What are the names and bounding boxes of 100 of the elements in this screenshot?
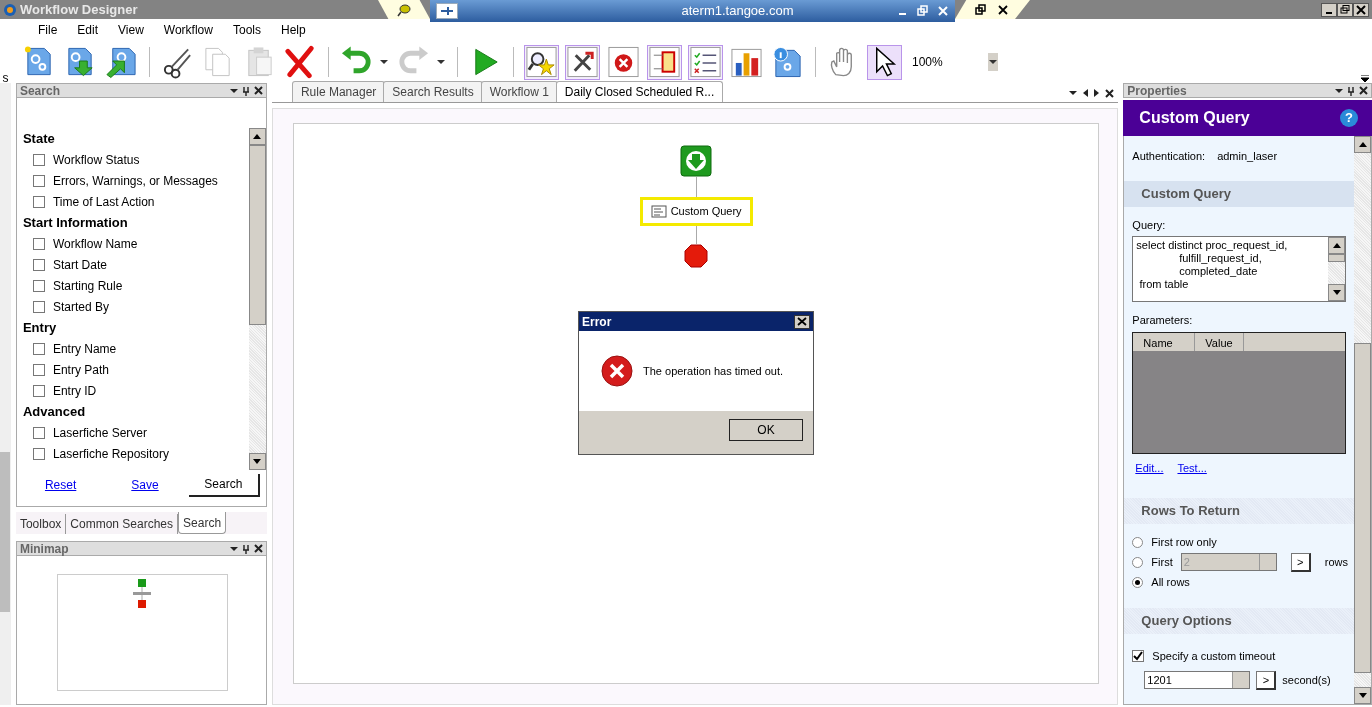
- scroll-thumb[interactable]: [1328, 254, 1345, 262]
- radio-button[interactable]: [1132, 536, 1144, 548]
- link[interactable]: Test...: [1177, 459, 1207, 476]
- arrow-button[interactable]: >: [1290, 552, 1311, 572]
- checkbox-label: Entry ID: [52, 382, 97, 400]
- checkbox[interactable]: [32, 447, 45, 460]
- close-icon[interactable]: [997, 3, 1009, 16]
- dialog-message: The operation has timed out.: [643, 363, 784, 379]
- connector-line: [695, 225, 697, 244]
- tab[interactable]: Workflow 1: [480, 81, 558, 102]
- scroll-down-icon[interactable]: [253, 459, 262, 464]
- help-icon[interactable]: ?: [1340, 109, 1358, 127]
- close-icon[interactable]: [253, 86, 263, 95]
- scroll-down-icon[interactable]: [1358, 693, 1367, 698]
- restore-icon[interactable]: [975, 3, 987, 16]
- zoom-combo[interactable]: 100%: [908, 52, 988, 72]
- checkbox-label: Workflow Status: [52, 151, 140, 169]
- close-icon[interactable]: [1355, 3, 1367, 16]
- column-header[interactable]: Name: [1133, 332, 1196, 351]
- menu-item[interactable]: Edit: [67, 21, 109, 39]
- check-icon: [1133, 651, 1144, 661]
- menu-item[interactable]: Workflow: [153, 21, 223, 39]
- split-view-icon[interactable]: [648, 45, 681, 79]
- dialog-title: Error: [582, 313, 612, 331]
- checkbox-label: Workflow Name: [52, 235, 138, 253]
- radio-button[interactable]: [1132, 556, 1144, 568]
- checklist-icon[interactable]: [689, 45, 722, 79]
- scroll-thumb[interactable]: [0, 452, 11, 612]
- link[interactable]: Reset: [44, 476, 77, 494]
- checkbox[interactable]: [32, 300, 45, 313]
- dropdown-icon[interactable]: [229, 87, 238, 94]
- link[interactable]: Edit...: [1135, 459, 1164, 476]
- checkbox[interactable]: [32, 279, 45, 292]
- caret-icon[interactable]: [437, 59, 445, 65]
- dropdown-icon[interactable]: [989, 59, 997, 65]
- side-tab[interactable]: s: [2, 69, 9, 87]
- tab[interactable]: Rule Manager: [291, 81, 386, 102]
- close-icon[interactable]: [1105, 88, 1115, 98]
- checkbox[interactable]: [32, 426, 45, 439]
- checkbox[interactable]: [32, 384, 45, 397]
- link[interactable]: Save: [131, 476, 159, 494]
- caret-icon[interactable]: [380, 59, 388, 65]
- scroll-up-icon[interactable]: [1332, 243, 1341, 248]
- unit-label: second(s): [1282, 672, 1331, 688]
- section-heading: Query Options: [1124, 608, 1354, 634]
- checkbox[interactable]: [32, 153, 45, 166]
- stop-sign-icon[interactable]: [684, 243, 709, 268]
- checkbox[interactable]: [32, 195, 45, 208]
- checkbox[interactable]: [1132, 650, 1145, 662]
- query-field[interactable]: select distinct proc_request_id, fulfill_request_id, completed_date from table: [1132, 236, 1346, 302]
- restore-icon[interactable]: [1339, 3, 1351, 16]
- field-value: admin_laser: [1217, 149, 1278, 164]
- dropdown-icon[interactable]: [1069, 90, 1078, 96]
- panel-title: Search: [19, 82, 61, 100]
- scroll-thumb[interactable]: [248, 145, 266, 325]
- menu-item[interactable]: Tools: [222, 21, 271, 39]
- checkbox[interactable]: [32, 237, 45, 250]
- checkbox-label: Entry Path: [52, 361, 109, 379]
- arrow-button[interactable]: >: [1256, 670, 1277, 690]
- ok-button[interactable]: OK: [729, 419, 803, 441]
- tools-icon[interactable]: [566, 45, 599, 79]
- parameters-grid[interactable]: Name Value: [1132, 331, 1346, 454]
- scroll-left-icon[interactable]: [1083, 89, 1089, 97]
- info-document-icon[interactable]: [771, 45, 804, 79]
- checkbox[interactable]: [32, 258, 45, 271]
- checkbox[interactable]: [32, 342, 45, 355]
- search-button[interactable]: Search: [188, 473, 260, 497]
- column-header[interactable]: Value: [1195, 332, 1244, 351]
- menu-item[interactable]: File: [28, 21, 68, 39]
- radio-button[interactable]: [1132, 576, 1144, 588]
- tab[interactable]: Search Results: [383, 81, 483, 102]
- dropdown-icon[interactable]: [1335, 87, 1343, 94]
- scroll-right-icon[interactable]: [1094, 89, 1100, 97]
- menu-item[interactable]: View: [108, 21, 154, 39]
- dropdown-icon[interactable]: [229, 545, 238, 552]
- scroll-thumb[interactable]: [1354, 343, 1371, 673]
- scroll-up-icon[interactable]: [1358, 142, 1367, 147]
- scroll-up-icon[interactable]: [253, 134, 262, 139]
- close-icon[interactable]: [797, 317, 807, 326]
- connection-title: aterm1.tangoe.com: [680, 2, 794, 21]
- checkbox-label: Start Date: [52, 256, 107, 274]
- timeout-spinner[interactable]: 1201: [1144, 671, 1251, 689]
- checkbox-label: Laserfiche Repository: [52, 445, 169, 463]
- delete-icon[interactable]: [284, 45, 317, 79]
- scroll-down-icon[interactable]: [1332, 290, 1341, 295]
- radio-label: First row only: [1151, 534, 1217, 550]
- menu-item[interactable]: Help: [270, 21, 316, 39]
- start-node-icon[interactable]: [680, 145, 713, 177]
- close-icon[interactable]: [1359, 86, 1368, 95]
- checkbox[interactable]: [32, 363, 45, 376]
- overflow-icon[interactable]: [1361, 75, 1369, 83]
- error-icon[interactable]: [607, 45, 640, 79]
- checkbox-label: Entry Name: [52, 340, 117, 358]
- activity-node[interactable]: Custom Query: [639, 197, 753, 226]
- upload-document-icon[interactable]: [105, 45, 138, 79]
- close-icon[interactable]: [253, 544, 263, 553]
- tab[interactable]: Search: [178, 512, 227, 534]
- tab[interactable]: Toolbox: [15, 514, 67, 534]
- tab[interactable]: Daily Closed Scheduled R...: [555, 81, 724, 102]
- checkbox[interactable]: [32, 174, 45, 187]
